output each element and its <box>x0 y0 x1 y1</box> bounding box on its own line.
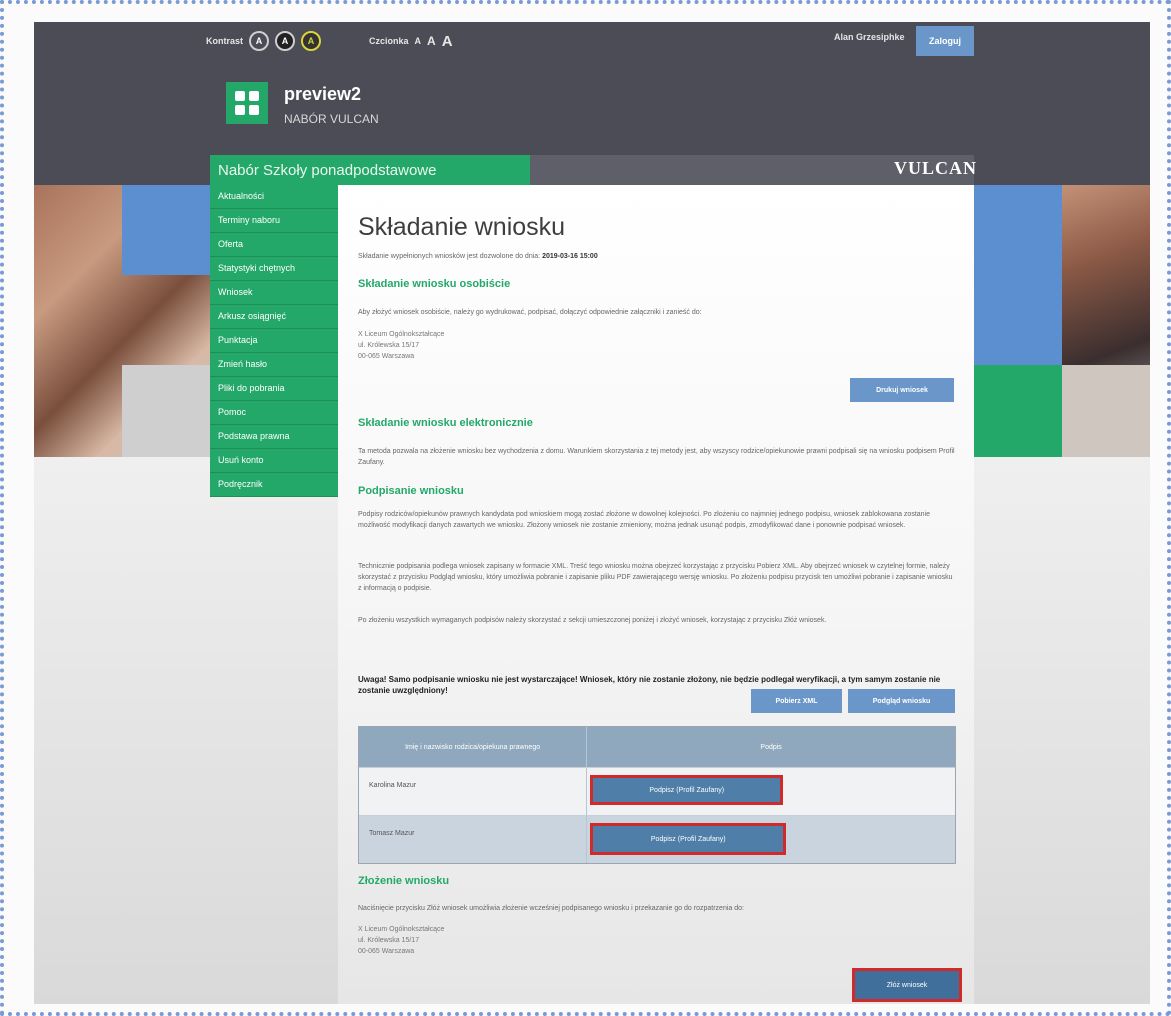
font-size-label: Czcionka <box>369 36 409 46</box>
app-title: preview2 <box>284 84 362 104</box>
section-personal-title: Składanie wniosku osobiście <box>358 278 511 290</box>
contrast-dark-button[interactable]: A <box>275 31 296 51</box>
section-sign-text-2: Technicznie podpisania podlega wniosek z… <box>358 563 953 592</box>
sidebar-item-punktacja[interactable]: Punktacja <box>210 329 338 353</box>
section-sign-text-1: Podpisy rodziców/opiekunów prawnych kand… <box>358 511 930 529</box>
main-content: Składanie wniosku Składanie wypełnionych… <box>338 185 974 1004</box>
sidebar-menu: Aktualności Terminy naboru Oferta Statys… <box>210 185 338 497</box>
font-size-large-button[interactable]: A <box>442 33 453 50</box>
address-line: ul. Królewska 15/17 <box>358 937 420 944</box>
user-name[interactable]: Alan Grzesiphke <box>834 32 905 42</box>
section-electronic-title: Składanie wniosku elektronicznie <box>358 417 533 429</box>
highlight-frame: Podpisz (Profil Zaufany) <box>590 823 787 855</box>
address-block-1: X Liceum Ogólnokształcące ul. Królewska … <box>358 329 444 362</box>
address-line: X Liceum Ogólnokształcące <box>358 331 445 338</box>
deadline-value: 2019-03-16 15:00 <box>542 253 598 260</box>
module-title: Nabór Szkoły ponadpodstawowe <box>210 155 530 185</box>
contrast-default-button[interactable]: A <box>249 31 270 51</box>
address-line: X Liceum Ogólnokształcące <box>358 926 445 933</box>
browser-viewport: Kontrast A A A Czcionka A A A Alan Grzes… <box>34 22 1150 1004</box>
sidebar-item-usun-konto[interactable]: Usuń konto <box>210 449 338 473</box>
table-header: Imię i nazwisko rodzica/opiekuna prawneg… <box>359 727 955 767</box>
signature-cell: Podpisz (Profil Zaufany) <box>587 816 955 863</box>
table-row: Karolina Mazur Podpisz (Profil Zaufany) <box>359 767 955 815</box>
contrast-switcher: Kontrast A A A <box>206 30 322 52</box>
table-row: Tomasz Mazur Podpisz (Profil Zaufany) <box>359 815 955 863</box>
sidebar-item-arkusz[interactable]: Arkusz osiągnięć <box>210 305 338 329</box>
contrast-yellow-button[interactable]: A <box>301 31 322 51</box>
login-button[interactable]: Zaloguj <box>916 26 974 56</box>
parent-name: Tomasz Mazur <box>359 816 588 863</box>
sidebar-item-pomoc[interactable]: Pomoc <box>210 401 338 425</box>
deadline-text: Składanie wypełnionych wniosków jest doz… <box>358 253 541 260</box>
sidebar-item-zmien-haslo[interactable]: Zmień hasło <box>210 353 338 377</box>
column-header-signature: Podpis <box>760 743 782 751</box>
submit-application-button[interactable]: Złóż wniosek <box>855 971 959 999</box>
print-application-button[interactable]: Drukuj wniosek <box>850 378 954 402</box>
section-submit-title: Złożenie wniosku <box>358 875 450 887</box>
app-subtitle: NABÓR VULCAN <box>284 112 379 126</box>
deadline-info: Składanie wypełnionych wniosków jest doz… <box>358 253 598 260</box>
signature-cell: Podpisz (Profil Zaufany) <box>587 768 955 815</box>
decorative-photo-right <box>974 185 1150 457</box>
signatures-table: Imię i nazwisko rodzica/opiekuna prawneg… <box>358 726 956 864</box>
section-submit-text: Naciśnięcie przycisku Złóż wniosek umożl… <box>358 905 744 912</box>
preview-application-button[interactable]: Podgląd wniosku <box>848 689 955 713</box>
app-logo-icon[interactable] <box>226 82 268 124</box>
download-xml-button[interactable]: Pobierz XML <box>751 689 842 713</box>
contrast-label: Kontrast <box>206 36 244 46</box>
column-header-parent: Imię i nazwisko rodzica/opiekuna prawneg… <box>359 727 588 767</box>
address-block-2: X Liceum Ogólnokształcące ul. Królewska … <box>358 924 444 957</box>
font-size-small-button[interactable]: A <box>415 36 422 46</box>
font-size-medium-button[interactable]: A <box>427 34 436 48</box>
sidebar-item-wniosek[interactable]: Wniosek <box>210 281 338 305</box>
sidebar-item-podstawa-prawna[interactable]: Podstawa prawna <box>210 425 338 449</box>
highlight-frame: Złóż wniosek <box>852 968 962 1002</box>
address-line: 00-065 Warszawa <box>358 948 415 955</box>
font-size-switcher: Czcionka A A A <box>369 30 453 52</box>
sidebar-item-pliki[interactable]: Pliki do pobrania <box>210 377 338 401</box>
section-sign-title: Podpisanie wniosku <box>358 485 464 497</box>
sidebar-item-terminy[interactable]: Terminy naboru <box>210 209 338 233</box>
highlight-frame: Podpisz (Profil Zaufany) <box>590 775 784 805</box>
page-title: Składanie wniosku <box>358 213 566 241</box>
section-electronic-text: Ta metoda pozwala na złożenie wniosku be… <box>358 448 955 466</box>
address-line: ul. Królewska 15/17 <box>358 342 420 349</box>
sidebar-item-podrecznik[interactable]: Podręcznik <box>210 473 338 497</box>
sign-profil-zaufany-button[interactable]: Podpisz (Profil Zaufany) <box>593 826 784 852</box>
sidebar-item-statystyki[interactable]: Statystyki chętnych <box>210 257 338 281</box>
section-personal-text: Aby złożyć wniosek osobiście, należy go … <box>358 309 702 316</box>
section-sign-text-3: Po złożeniu wszystkich wymaganych podpis… <box>358 617 827 624</box>
address-line: 00-065 Warszawa <box>358 353 415 360</box>
vulcan-logo: VULCAN <box>894 158 978 178</box>
sidebar-item-oferta[interactable]: Oferta <box>210 233 338 257</box>
sidebar-item-aktualnosci[interactable]: Aktualności <box>210 185 338 209</box>
decorative-photo-left <box>34 185 210 457</box>
sign-profil-zaufany-button[interactable]: Podpisz (Profil Zaufany) <box>593 778 781 802</box>
parent-name: Karolina Mazur <box>359 768 588 815</box>
